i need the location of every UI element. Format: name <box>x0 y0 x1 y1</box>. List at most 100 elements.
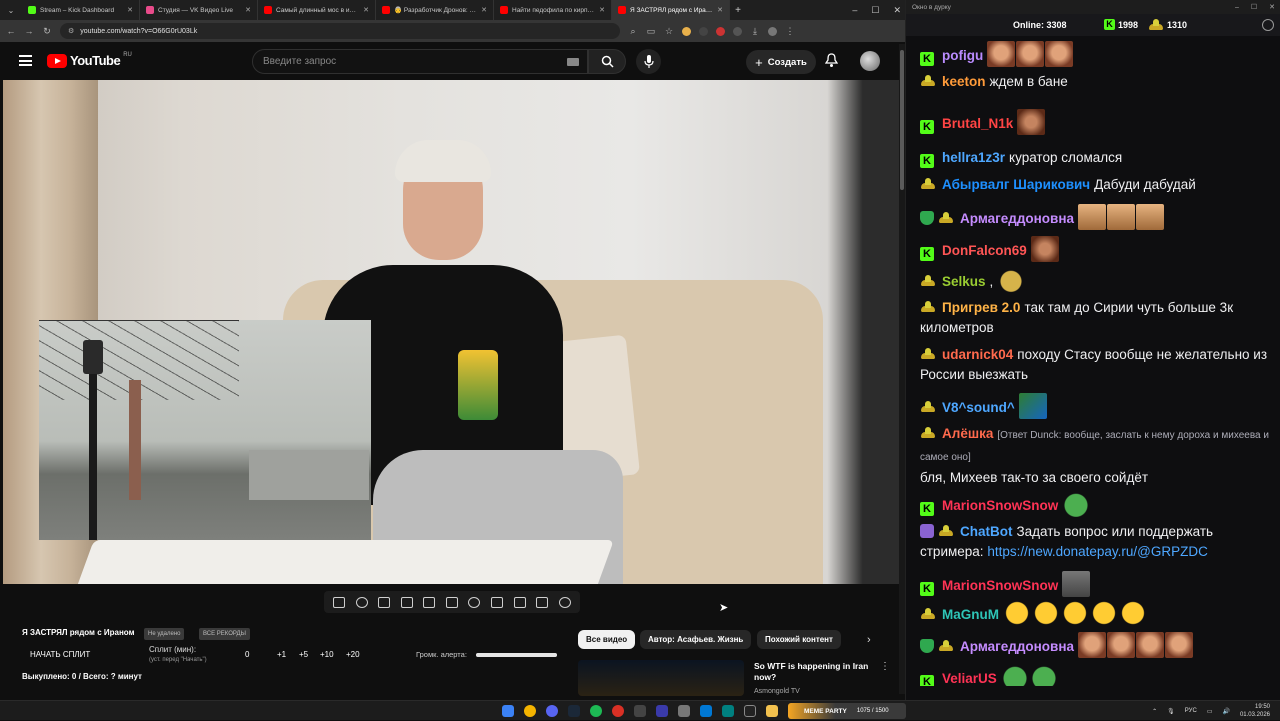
browser-tab[interactable]: Студия — VK Видео Live ✕ <box>140 0 258 20</box>
alert-volume-slider[interactable] <box>476 653 557 657</box>
chat-username[interactable]: Алёшка <box>942 426 993 441</box>
app-icon[interactable] <box>700 705 712 717</box>
account-avatar[interactable] <box>860 51 880 71</box>
close-icon[interactable]: ✕ <box>1269 3 1275 11</box>
tab-close-icon[interactable]: ✕ <box>481 6 487 14</box>
tab-close-icon[interactable]: ✕ <box>245 6 251 14</box>
menu-dots-icon[interactable]: ⋮ <box>785 26 795 37</box>
chevron-right-icon[interactable]: › <box>867 634 871 646</box>
audio-icon[interactable] <box>355 596 368 608</box>
reload-icon[interactable]: ↻ <box>42 26 52 37</box>
chrome-icon[interactable] <box>524 705 536 717</box>
create-button[interactable]: + Создать <box>746 50 816 74</box>
clip-icon[interactable] <box>445 596 458 608</box>
more-vert-icon[interactable]: ⋮ <box>880 661 890 672</box>
settings-gear-icon[interactable] <box>558 596 571 608</box>
chat-username[interactable]: MarionSnowSnow <box>942 498 1058 513</box>
chip-author[interactable]: Автор: Асафьев. Жизнь <box>640 630 752 649</box>
voice-search-button[interactable] <box>636 49 661 74</box>
chat-username[interactable]: Пригрев 2.0 <box>942 300 1020 315</box>
extension-icon[interactable] <box>682 26 691 36</box>
extension-icon[interactable] <box>716 26 725 36</box>
close-icon[interactable]: ✕ <box>893 5 901 16</box>
download-icon[interactable]: ⤓ <box>750 26 760 37</box>
tab-close-icon[interactable]: ✕ <box>599 6 605 14</box>
new-tab-button[interactable]: + <box>730 5 746 16</box>
forward-icon[interactable]: → <box>24 26 34 36</box>
chat-username[interactable]: Brutal_N1k <box>942 116 1013 131</box>
youtube-logo[interactable]: YouTube RU <box>47 52 132 68</box>
zoom-icon[interactable]: ⌕ <box>628 26 638 37</box>
hamburger-menu-icon[interactable] <box>19 55 32 66</box>
obs-icon[interactable] <box>634 705 646 717</box>
flask-icon[interactable] <box>536 596 549 608</box>
browser-tab[interactable]: Самый длинный мос в истори...✕ <box>258 0 376 20</box>
chat-username[interactable]: Армагеддоновна <box>960 639 1074 654</box>
chat-username[interactable]: udarnick04 <box>942 347 1013 362</box>
increment-button[interactable]: +5 <box>299 650 308 659</box>
chat-username[interactable]: ChatBot <box>960 524 1013 539</box>
chat-username[interactable]: MaGnuM <box>942 607 999 622</box>
start-windows-icon[interactable] <box>502 705 514 717</box>
increment-button[interactable]: +20 <box>346 650 360 659</box>
increment-button[interactable]: +10 <box>320 650 334 659</box>
add-frame-icon[interactable] <box>490 596 503 608</box>
site-info-icon[interactable]: ⚙ <box>68 27 74 35</box>
keyboard-icon[interactable] <box>567 58 579 66</box>
start-split-button[interactable]: НАЧАТЬ СПЛИТ <box>30 650 90 659</box>
search-input[interactable]: Введите запрос <box>252 49 588 74</box>
chat-username[interactable]: V8^sound^ <box>942 400 1015 415</box>
discord-icon[interactable] <box>546 705 558 717</box>
scrollbar-thumb[interactable] <box>900 50 904 190</box>
tab-close-icon[interactable]: ✕ <box>363 6 369 14</box>
url-field[interactable]: ⚙ youtube.com/watch?v=O66G0rU03Lk <box>60 23 620 39</box>
chip-all-videos[interactable]: Все видео <box>578 630 636 649</box>
film-icon[interactable] <box>400 596 413 608</box>
pip-icon[interactable] <box>423 596 436 608</box>
minimize-icon[interactable]: – <box>1235 4 1239 11</box>
screenshot-icon[interactable] <box>378 596 391 608</box>
notifications-bell-icon[interactable] <box>824 53 839 73</box>
tab-search-icon[interactable]: ⌄ <box>0 6 22 15</box>
records-badge[interactable]: ВСЕ РЕКОРДЫ <box>199 628 250 640</box>
increment-button[interactable]: +1 <box>277 650 286 659</box>
recommended-channel[interactable]: Asmongold TV <box>754 688 800 695</box>
network-icon[interactable]: ▭ <box>1207 708 1213 715</box>
spotify-icon[interactable] <box>590 705 602 717</box>
extension-icon[interactable] <box>699 26 708 36</box>
chat-username[interactable]: MarionSnowSnow <box>942 578 1058 593</box>
app-icon[interactable] <box>612 705 624 717</box>
app-icon[interactable] <box>678 705 690 717</box>
browser-tab[interactable]: Stream – Kick Dashboard ✕ <box>22 0 140 20</box>
browser-tab[interactable]: 👵 Разработчик Дронов: вся ... ✕ <box>376 0 494 20</box>
video-player[interactable] <box>3 80 899 584</box>
tray-chevron-icon[interactable]: ⌃ <box>1152 708 1157 715</box>
chat-username[interactable]: DonFalcon69 <box>942 243 1027 258</box>
chip-related[interactable]: Похожий контент <box>757 630 841 649</box>
tab-close-icon[interactable]: ✕ <box>127 6 133 14</box>
chat-username[interactable]: Армагеддоновна <box>960 211 1074 226</box>
recommended-title[interactable]: So WTF is happening in Iran now? <box>754 661 872 683</box>
search-button[interactable] <box>588 49 626 74</box>
bookmark-star-icon[interactable]: ☆ <box>664 26 674 37</box>
app-icon[interactable] <box>744 705 756 717</box>
extensions-puzzle-icon[interactable] <box>733 26 742 36</box>
cast-icon[interactable]: ▭ <box>646 26 656 37</box>
split-value[interactable]: 0 <box>245 650 249 659</box>
clock[interactable]: 19:50 01.03.2026 <box>1240 703 1270 719</box>
meme-party-widget[interactable]: MEME PARTY 1075 / 1500 <box>788 703 906 719</box>
speed-icon[interactable] <box>468 596 481 608</box>
chat-username[interactable]: pofigu <box>942 48 983 63</box>
browser-tab[interactable]: Найти педофила по кирпичу ✕ <box>494 0 612 20</box>
minimize-icon[interactable]: – <box>852 5 857 15</box>
profile-icon[interactable] <box>768 26 777 36</box>
volume-icon[interactable]: 🔊 <box>1222 708 1229 715</box>
maximize-icon[interactable]: ☐ <box>871 5 879 16</box>
browser-tab[interactable]: Я ЗАСТРЯЛ рядом с Ираном ✕ <box>612 0 730 20</box>
app-icon[interactable] <box>722 705 734 717</box>
maximize-icon[interactable]: ☐ <box>1251 3 1257 11</box>
explorer-folder-icon[interactable] <box>766 705 778 717</box>
chat-username[interactable]: keeton <box>942 74 986 89</box>
camera-icon[interactable] <box>513 596 526 608</box>
chat-username[interactable]: hellra1z3r <box>942 150 1005 165</box>
